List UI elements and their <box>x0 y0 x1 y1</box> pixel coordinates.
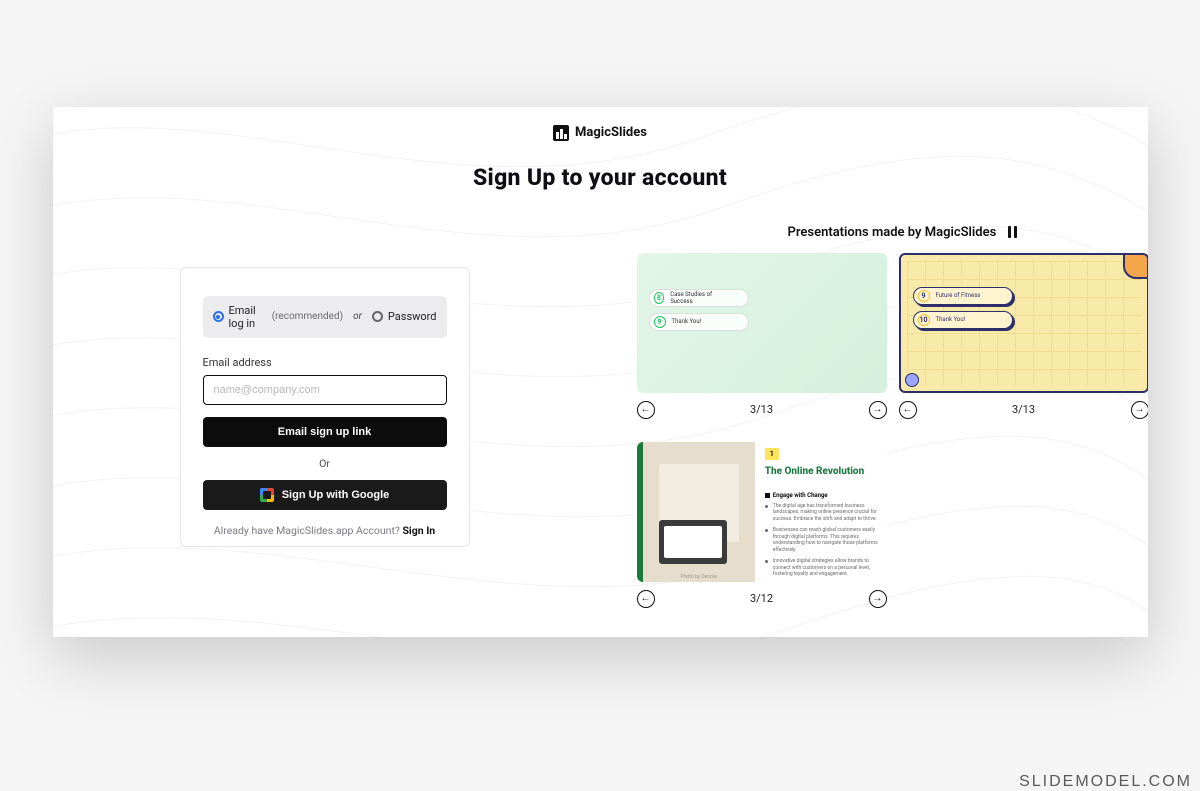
slide-thumbnail[interactable]: 8 Case Studies of Success 9 Thank You! <box>637 253 887 393</box>
radio-checked-icon <box>213 311 224 322</box>
watermark: SLIDEMODEL.COM <box>1019 773 1192 791</box>
image-laptop-screen <box>664 526 722 558</box>
brand-logo-icon <box>553 125 569 141</box>
gallery-title-row: Presentations made by MagicSlides <box>788 225 1018 240</box>
toc-item-text: Thank You! <box>936 316 966 323</box>
signin-row: Already have MagicSlides.app Account? Si… <box>203 524 447 537</box>
slide-image: Photo by Desola <box>643 442 755 582</box>
toc-item-number: 9 <box>918 290 930 302</box>
slide-bullet: The digital age has transformed business… <box>765 503 879 523</box>
slide-bullets: The digital age has transformed business… <box>765 503 879 582</box>
divider-or: Or <box>203 457 447 470</box>
prev-button[interactable]: ← <box>899 401 917 419</box>
gallery-title: Presentations made by MagicSlides <box>788 225 997 240</box>
corner-shape <box>1123 253 1148 279</box>
toc-item: 9 Future of Fitness <box>913 287 1013 305</box>
slide-thumbnail[interactable]: 9 Future of Fitness 10 Thank You! <box>899 253 1148 393</box>
toc-item: 8 Case Studies of Success <box>649 289 749 307</box>
next-button[interactable]: → <box>1131 401 1148 419</box>
knob-decor <box>905 373 919 387</box>
brand: MagicSlides <box>53 125 1148 141</box>
page-title: Sign Up to your account <box>53 164 1148 191</box>
slide-heading: The Online Revolution <box>765 466 879 477</box>
slide-counter: 3/13 <box>750 403 773 416</box>
method-password[interactable]: Password <box>372 310 437 323</box>
slide-nav: ← 3/13 → <box>637 401 887 419</box>
signin-link[interactable]: Sign In <box>402 524 435 537</box>
method-email-label: Email log in <box>229 304 265 330</box>
email-signup-button[interactable]: Email sign up link <box>203 417 447 447</box>
method-or: or <box>353 311 362 322</box>
prev-button[interactable]: ← <box>637 590 655 608</box>
login-method-toggle: Email log in (recommended) or Password <box>203 296 447 338</box>
slide-nav: ← 3/12 → <box>637 590 887 608</box>
next-button[interactable]: → <box>869 590 887 608</box>
slide-counter: 3/13 <box>1012 403 1035 416</box>
toc-item-number: 8 <box>654 292 665 304</box>
slide-thumbnail[interactable]: Photo by Desola 1 The Online Revolution … <box>637 442 887 582</box>
email-field-label: Email address <box>203 356 447 369</box>
pause-icon[interactable] <box>1008 226 1017 238</box>
method-password-label: Password <box>388 310 437 323</box>
slide-counter: 3/12 <box>750 592 773 605</box>
brand-name: MagicSlides <box>575 125 647 140</box>
signin-prefix: Already have MagicSlides.app Account? <box>214 524 403 537</box>
google-signup-label: Sign Up with Google <box>282 489 390 501</box>
slide-bullet: Innovative digital strategies allow bran… <box>765 558 879 578</box>
radio-unchecked-icon <box>372 311 383 322</box>
slide-tag-text: Engage with Change <box>773 492 828 499</box>
toc-item: 10 Thank You! <box>913 311 1013 329</box>
slide-card: 8 Case Studies of Success 9 Thank You! ←… <box>637 253 887 419</box>
slide-card: Photo by Desola 1 The Online Revolution … <box>637 442 887 608</box>
next-button[interactable]: → <box>869 401 887 419</box>
page-badge: 1 <box>765 448 779 460</box>
prev-button[interactable]: ← <box>637 401 655 419</box>
toc-item: 9 Thank You! <box>649 313 749 331</box>
toc-item-text: Case Studies of Success <box>670 291 727 305</box>
toc-item-number: 9 <box>654 316 666 328</box>
toc-item-text: Thank You! <box>672 318 702 325</box>
toc-item-text: Future of Fitness <box>936 292 981 299</box>
email-input[interactable] <box>203 375 447 405</box>
slide-bullet: Businesses can reach global customers ea… <box>765 527 879 554</box>
slide-text: 1 The Online Revolution Engage with Chan… <box>755 442 887 582</box>
google-icon <box>260 488 274 502</box>
slide-tag: Engage with Change <box>765 492 828 499</box>
toc-item-number: 10 <box>918 314 930 326</box>
google-signup-button[interactable]: Sign Up with Google <box>203 480 447 510</box>
signup-panel: Email log in (recommended) or Password E… <box>180 267 470 547</box>
slide-card: 9 Future of Fitness 10 Thank You! ← 3/13… <box>899 253 1148 419</box>
app-card: MagicSlides Sign Up to your account Emai… <box>53 107 1148 637</box>
method-email[interactable]: Email log in (recommended) <box>213 304 344 330</box>
slide-nav: ← 3/13 → <box>899 401 1148 419</box>
image-caption: Photo by Desola <box>643 574 755 580</box>
method-email-sub: (recommended) <box>272 311 343 322</box>
